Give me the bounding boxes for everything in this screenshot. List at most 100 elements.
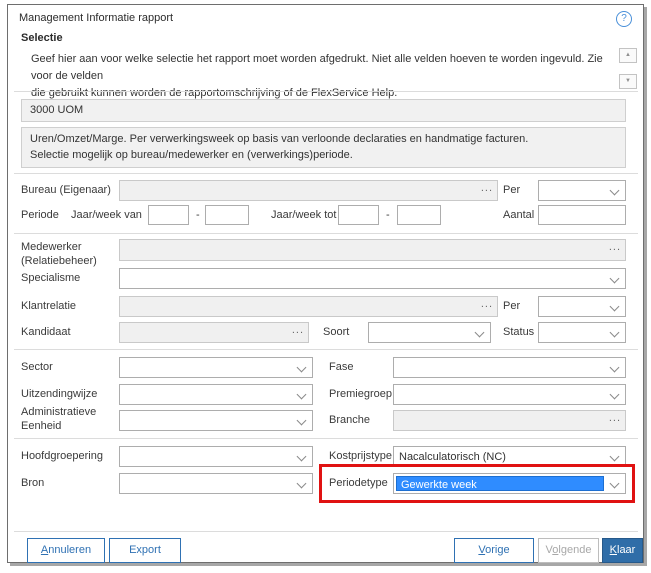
periodetype-value-highlighted: Gewerkte week	[396, 476, 604, 491]
annuleren-rest: nnuleren	[48, 544, 92, 556]
chevron-down-icon	[609, 478, 620, 489]
report-dialog: Management Informatie rapport ? Selectie…	[7, 4, 644, 563]
jaarweek-tot-label: Jaar/week tot	[271, 209, 337, 221]
bron-label: Bron	[21, 477, 45, 489]
kostprijstype-value: Nacalculatorisch (NC)	[399, 451, 506, 463]
jaarweek-van-jaar-input[interactable]	[148, 205, 189, 225]
dialog-title: Management Informatie rapport	[19, 12, 174, 24]
sector-select[interactable]	[119, 357, 313, 378]
report-description-line-1: Uren/Omzet/Marge. Per verwerkingsweek op…	[30, 133, 529, 145]
jaarweek-tot-jaar-input[interactable]	[338, 205, 379, 225]
chevron-down-icon	[609, 301, 620, 312]
aantal-label: Aantal	[503, 209, 535, 221]
chevron-down-icon	[609, 451, 620, 462]
range-dash: -	[196, 209, 200, 221]
fase-label: Fase	[329, 361, 354, 373]
per-label-2: Per	[503, 300, 521, 312]
volgende-button[interactable]: Volgende	[538, 538, 599, 563]
chevron-down-icon	[296, 478, 307, 489]
kostprijstype-label: Kostprijstype	[329, 450, 392, 462]
per-label: Per	[503, 184, 521, 196]
chevron-down-icon	[609, 273, 620, 284]
jaarweek-tot-week-input[interactable]	[397, 205, 441, 225]
separator	[14, 173, 638, 174]
intro-text: Geef hier aan voor welke selectie het ra…	[31, 51, 613, 102]
specialisme-select[interactable]	[119, 268, 626, 289]
jaarweek-van-week-input[interactable]	[205, 205, 249, 225]
chevron-down-icon	[296, 451, 307, 462]
per-select[interactable]	[538, 180, 626, 201]
scroll-down-button[interactable]: ▼	[619, 74, 637, 89]
administratieve-eenheid-select[interactable]	[119, 410, 313, 431]
separator	[14, 531, 638, 532]
chevron-down-icon	[609, 362, 620, 373]
scroll-up-icon: ▲	[625, 52, 631, 58]
premiegroep-select[interactable]	[393, 384, 626, 405]
medewerker-lookup-button[interactable]: ...	[609, 241, 621, 253]
chevron-down-icon	[296, 389, 307, 400]
bron-select[interactable]	[119, 473, 313, 494]
chevron-down-icon	[609, 185, 620, 196]
separator	[14, 91, 638, 92]
periode-label: Periode	[21, 209, 59, 221]
report-description-box: Uren/Omzet/Marge. Per verwerkingsweek op…	[21, 127, 626, 168]
vorige-button[interactable]: Vorige	[454, 538, 534, 563]
klaar-key: K	[609, 544, 617, 556]
klantrelatie-field[interactable]: ...	[119, 296, 498, 317]
chevron-down-icon	[296, 362, 307, 373]
soort-select[interactable]	[368, 322, 491, 343]
report-description-line-2: Selectie mogelijk op bureau/medewerker e…	[30, 149, 353, 161]
klantrelatie-per-select[interactable]	[538, 296, 626, 317]
medewerker-label-line2: (Relatiebeheer)	[21, 255, 97, 267]
klantrelatie-lookup-button[interactable]: ...	[481, 298, 493, 310]
separator	[14, 438, 638, 439]
kostprijstype-select[interactable]: Nacalculatorisch (NC)	[393, 446, 626, 467]
branche-lookup-button[interactable]: ...	[609, 412, 621, 424]
branche-field[interactable]: ...	[393, 410, 626, 431]
periodetype-label: Periodetype	[329, 477, 388, 489]
bureau-field[interactable]: ...	[119, 180, 498, 201]
klaar-button[interactable]: Klaar	[602, 538, 643, 563]
kandidaat-field[interactable]: ...	[119, 322, 309, 343]
kandidaat-lookup-button[interactable]: ...	[292, 324, 304, 336]
range-dash: -	[386, 209, 390, 221]
report-code-box: 3000 UOM	[21, 99, 626, 122]
soort-label: Soort	[323, 326, 350, 338]
sector-label: Sector	[21, 361, 53, 373]
annuleren-button[interactable]: Annuleren	[27, 538, 105, 563]
chevron-down-icon	[474, 327, 485, 338]
page: { "header": { "title": "Management Infor…	[0, 0, 651, 573]
export-label: Export	[129, 544, 161, 556]
klantrelatie-label: Klantrelatie	[21, 300, 77, 312]
kandidaat-label: Kandidaat	[21, 326, 71, 338]
help-icon[interactable]: ?	[616, 11, 632, 27]
separator	[14, 349, 638, 350]
bureau-label: Bureau (Eigenaar)	[21, 184, 111, 196]
export-button[interactable]: Export	[109, 538, 181, 563]
uitzendingwijze-label: Uitzendingwijze	[21, 388, 98, 400]
periodetype-select[interactable]: Gewerkte week	[393, 473, 626, 494]
vorige-rest: orige	[485, 544, 510, 556]
administratieve-eenheid-label: Administratieve	[21, 406, 97, 418]
chevron-down-icon	[296, 415, 307, 426]
hoofdgroepering-select[interactable]	[119, 446, 313, 467]
branche-label: Branche	[329, 414, 370, 426]
hoofdgroepering-label: Hoofdgroepering	[21, 450, 103, 462]
jaarweek-van-label: Jaar/week van	[71, 209, 142, 221]
medewerker-label: Medewerker	[21, 241, 82, 253]
uitzendingwijze-select[interactable]	[119, 384, 313, 405]
premiegroep-label: Premiegroep	[329, 388, 392, 400]
specialisme-label: Specialisme	[21, 272, 81, 284]
volgende-rest: lgende	[558, 544, 592, 556]
intro-line-1: Geef hier aan voor welke selectie het ra…	[31, 53, 603, 82]
bureau-lookup-button[interactable]: ...	[481, 182, 493, 194]
chevron-down-icon	[609, 389, 620, 400]
fase-select[interactable]	[393, 357, 626, 378]
status-label: Status	[503, 326, 535, 338]
aantal-input[interactable]	[538, 205, 626, 225]
medewerker-field[interactable]: ...	[119, 239, 626, 261]
status-select[interactable]	[538, 322, 626, 343]
scroll-down-icon: ▼	[625, 78, 631, 84]
scroll-up-button[interactable]: ▲	[619, 48, 637, 63]
chevron-down-icon	[609, 327, 620, 338]
